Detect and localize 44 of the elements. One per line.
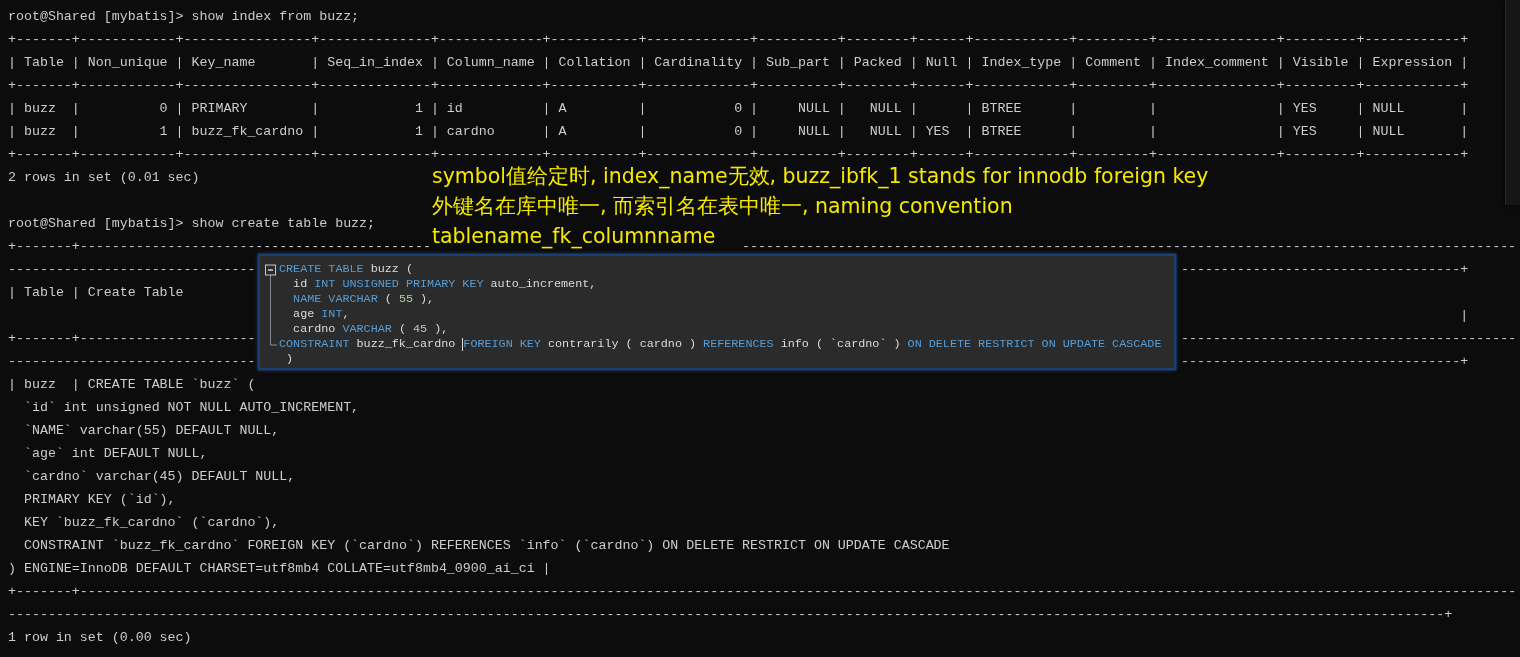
terminal-line: `cardno` varchar(45) DEFAULT NULL, <box>22 468 296 486</box>
terminal-line: ------------------------------- <box>8 353 256 371</box>
collapse-icon[interactable] <box>265 264 276 276</box>
code-line: NAME VARCHAR ( 55 ), <box>292 292 436 307</box>
terminal-line: +-------+-------------------------------------------- <box>8 238 431 256</box>
terminal-line: CONSTRAINT `buzz_fk_cardno` FOREIGN KEY (`cardno`) REFERENCES `info` (`cardno`) ON DELETE RESTRICT ON UPDATE CASCADE <box>22 537 950 555</box>
terminal-line: | buzz | 1 | buzz_fk_cardno | 1 | cardno | A | 0 | NULL | NULL | YES | BTREE | | | YES | NULL | <box>8 123 1469 141</box>
terminal-line: +-------+------------------------------------------------------------------------------------------------------------------------------------------------------------------------------------ <box>8 583 1517 601</box>
terminal-line: `age` int DEFAULT NULL, <box>22 445 208 463</box>
annotation-text: 外键名在库中唯一, 而索引名在表中唯一, naming convention <box>432 193 1013 220</box>
code-line: ) <box>285 352 295 367</box>
terminal-line: +-------+---------------------- <box>8 330 256 348</box>
fold-line <box>270 274 278 346</box>
code-line: age INT, <box>292 307 351 322</box>
code-line: id INT UNSIGNED PRIMARY KEY auto_increment, <box>292 277 598 292</box>
terminal-line: PRIMARY KEY (`id`), <box>22 491 176 509</box>
terminal-line: | buzz | CREATE TABLE `buzz` ( <box>8 376 256 394</box>
terminal-line: KEY `buzz_fk_cardno` (`cardno`), <box>22 514 280 532</box>
terminal-line: 1 row in set (0.00 sec) <box>8 629 192 647</box>
terminal-line: | Table | Create Table <box>8 284 184 302</box>
terminal-line: +-------+------------+----------------+--------------+-------------+-----------+-------------+----------+--------+------+------------+---------+---------------+---------+------------+ <box>8 31 1469 49</box>
terminal-line: root@Shared [mybatis]> show index from buzz; <box>8 8 360 26</box>
terminal-line: root@Shared [mybatis]> show create table buzz; <box>8 215 376 233</box>
terminal-line: | <box>1460 307 1469 325</box>
terminal-line: ) ENGINE=InnoDB DEFAULT CHARSET=utf8mb4 COLLATE=utf8mb4_0900_ai_ci | <box>8 560 551 578</box>
terminal-line: +-------+------------+----------------+--------------+-------------+-----------+-------------+----------+--------+------+------------+---------+---------------+---------+------------+ <box>8 146 1469 164</box>
code-line: cardno VARCHAR ( 45 ), <box>292 322 450 337</box>
terminal-line: `NAME` varchar(55) DEFAULT NULL, <box>22 422 280 440</box>
terminal-line: ------------------------------- <box>8 261 256 279</box>
terminal-line: 2 rows in set (0.01 sec) <box>8 169 200 187</box>
terminal-line: ------------------------------------------------------------------------------------------------- <box>742 238 1517 256</box>
terminal-line: | buzz | 0 | PRIMARY | 1 | id | A | 0 | NULL | NULL | | BTREE | | | YES | NULL | <box>8 100 1469 118</box>
text-cursor <box>462 338 464 351</box>
terminal-line: | Table | Non_unique | Key_name | Seq_in_index | Column_name | Collation | Cardinality | Sub_part | Packed | Null | Index_type | Comment | Index_comment | Visible | Expression | <box>8 54 1469 72</box>
code-line: CREATE TABLE buzz ( <box>279 262 414 277</box>
terminal-line: ------------------------------------------ <box>1180 330 1517 348</box>
terminal-line: `id` int unsigned NOT NULL AUTO_INCREMENT, <box>22 399 360 417</box>
annotation-text: tablename_fk_columnname <box>432 223 716 251</box>
annotation-text: symbol值给定时, index_name无效, buzz_ibfk_1 stands for innodb foreign key <box>432 163 1209 191</box>
code-line: CONSTRAINT buzz_fk_cardno FOREIGN KEY contrarily ( cardno ) REFERENCES info ( `cardno` ) ON DELETE RESTRICT ON UPDATE CASCADE <box>279 337 1162 352</box>
terminal-line: -----------------------------------+ <box>1180 353 1469 371</box>
terminal-line: -----------------------------------+ <box>1180 261 1469 279</box>
terminal-line: ------------------------------------------------------------------------------------------------------------------------------------------------------------------------------------+ <box>8 606 1453 624</box>
terminal-line: +-------+------------+----------------+--------------+-------------+-----------+-------------+----------+--------+------+------------+---------+---------------+---------+------------+ <box>8 77 1469 95</box>
